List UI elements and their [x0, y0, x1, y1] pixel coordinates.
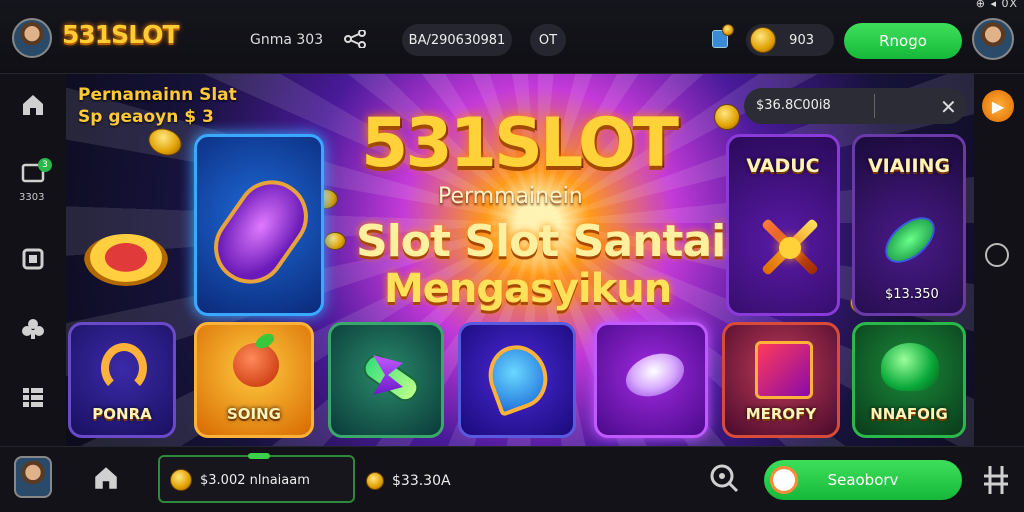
- circle-button[interactable]: [985, 243, 1009, 267]
- play-button[interactable]: ▶: [982, 90, 1014, 122]
- game-stage: Pernamainn Slat Sp geaoyn $ 3 VADUC VIAI…: [66, 74, 974, 446]
- coin-balance-pill[interactable]: 903: [746, 24, 834, 56]
- tile-label-nnafoig: NNAFOIG: [870, 405, 948, 423]
- hero-line-2: Mengasyikun: [384, 266, 672, 312]
- gold-ring-icon: [84, 234, 168, 286]
- footer-action-icon: [770, 466, 798, 494]
- floating-coin-icon: [714, 104, 740, 130]
- lightning-card-icon: [755, 341, 813, 399]
- grid-icon: [23, 388, 43, 407]
- input-badge: [248, 453, 270, 459]
- bet-input[interactable]: $3.002 nlnaiaam: [158, 453, 355, 503]
- close-icon[interactable]: ✕: [940, 95, 957, 119]
- game-tile-soing[interactable]: SOING: [194, 322, 314, 438]
- game-tile-vaduc[interactable]: VADUC: [726, 134, 840, 316]
- play-icon: ▶: [991, 96, 1005, 116]
- search-icon[interactable]: [708, 462, 740, 494]
- adjust-icon[interactable]: [982, 464, 1010, 496]
- game-tile-nnafoig[interactable]: NNAFOIG: [852, 322, 966, 438]
- amount-field[interactable]: $36.8C00i8 ✕: [744, 88, 966, 124]
- footer-action-label: Seaoborv: [827, 471, 899, 489]
- sidebar-item-messages[interactable]: 3: [16, 156, 52, 190]
- promo-line-2: Sp geaoyn $ 3: [78, 107, 214, 127]
- sidebar-item-window[interactable]: [16, 242, 50, 276]
- game-tile-merofy[interactable]: MEROFY: [722, 322, 840, 438]
- hero-title: 531SLOT: [361, 104, 679, 183]
- green-leaf-icon: [876, 208, 944, 272]
- coin-icon: [750, 27, 776, 53]
- blue-shield-icon: [479, 337, 557, 417]
- promo-line-1: Pernamainn Slat: [78, 85, 237, 105]
- crossed-swords-icon: [759, 217, 819, 277]
- footer-balance-text: $33.30A: [392, 473, 451, 489]
- club-icon: [22, 319, 44, 339]
- coin-balance-text: 903: [789, 32, 814, 48]
- game-tile-purple-disc[interactable]: [594, 322, 708, 438]
- player-id-pill[interactable]: BA/290630981: [402, 24, 512, 56]
- sidebar-item-club[interactable]: [16, 312, 50, 346]
- top-bar: ⊕ ◂ 0X 531SLOT Gnma 303 BA/290630981 OT …: [0, 0, 1024, 74]
- tile-label-ponra: PONRA: [92, 405, 152, 423]
- message-badge: 3: [38, 158, 52, 172]
- purple-gem-icon: [199, 166, 321, 298]
- square-icon: [22, 248, 44, 270]
- logo-text[interactable]: 531SLOT: [62, 20, 180, 49]
- promo-text: Pernamainn Slat Sp geaoyn $ 3: [78, 84, 237, 128]
- profile-avatar[interactable]: [972, 18, 1014, 60]
- player-avatar[interactable]: [12, 18, 52, 58]
- hero-line-1: Slot Slot Santai: [356, 216, 726, 267]
- home-icon[interactable]: [92, 464, 120, 492]
- game-tile-blue-gem[interactable]: [194, 134, 324, 316]
- green-emerald-icon: [881, 343, 939, 391]
- status-corner: ⊕ ◂ 0X: [975, 0, 1018, 10]
- share-icon[interactable]: [344, 30, 366, 48]
- player-id-text: BA/290630981: [408, 32, 506, 48]
- floating-coin-icon: [324, 232, 346, 250]
- game-tile-blue-shield[interactable]: [458, 322, 576, 438]
- footer-action-button[interactable]: Seaoborv: [764, 460, 962, 500]
- sidebar-item-grid[interactable]: [16, 380, 50, 414]
- tile-label-merofy: MEROFY: [745, 405, 817, 423]
- left-sidebar: 3 3303: [0, 74, 66, 446]
- balance-coin-icon: [366, 472, 384, 490]
- horseshoe-icon: [101, 343, 147, 393]
- amount-field-value: $36.8C00i8: [756, 98, 831, 113]
- tile-label-vaduc: VADUC: [746, 155, 820, 177]
- sidebar-label: 3303: [19, 192, 45, 203]
- input-coin-icon: [170, 469, 192, 491]
- wallet-coin-icon: [722, 24, 734, 36]
- game-tile-viaiing[interactable]: VIAIING $13.350: [852, 134, 966, 316]
- apple-icon: [233, 343, 279, 387]
- header-action-label: Rnogo: [879, 32, 927, 50]
- hero-small: Permmainein: [438, 184, 583, 209]
- game-app: ⊕ ◂ 0X 531SLOT Gnma 303 BA/290630981 OT …: [0, 0, 1024, 512]
- sidebar-item-home[interactable]: [16, 88, 50, 122]
- header-action-button[interactable]: Rnogo: [844, 23, 962, 59]
- home-icon: [23, 95, 43, 115]
- tile-amount: $13.350: [885, 287, 939, 302]
- disc-icon: [619, 345, 691, 405]
- bet-input-text: $3.002 nlnaiaam: [200, 473, 310, 488]
- small-pill[interactable]: OT: [530, 24, 566, 56]
- footer-balance: $33.30A: [366, 472, 451, 490]
- game-tile-ponra[interactable]: PONRA: [68, 322, 176, 438]
- tile-label-viaiing: VIAIING: [867, 155, 951, 177]
- game-label: Gnma 303: [250, 32, 324, 48]
- bottom-avatar[interactable]: [14, 456, 52, 498]
- small-pill-text: OT: [538, 32, 558, 48]
- field-divider: [874, 94, 875, 118]
- game-tile-green-candy[interactable]: [328, 322, 444, 438]
- tile-label-soing: SOING: [226, 405, 281, 423]
